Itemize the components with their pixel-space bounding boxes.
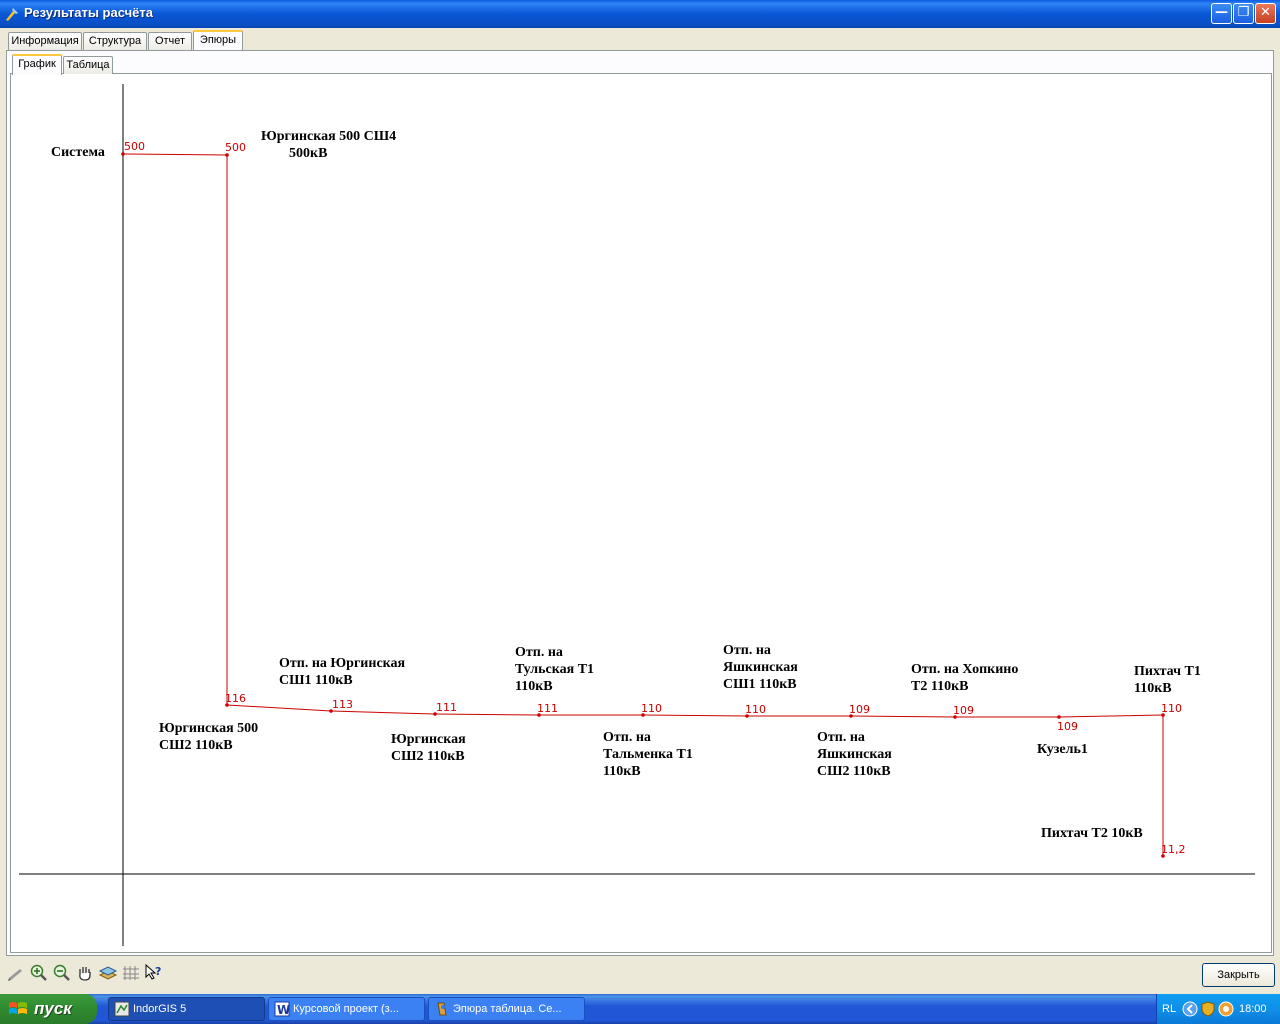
segment-3 <box>330 710 436 715</box>
node-value: 110 <box>1161 702 1182 715</box>
node-label: Отп. на Яшкинская СШ1 110кВ <box>723 643 798 692</box>
tab-structure[interactable]: Структура <box>83 32 147 50</box>
taskbar-item-indorgis[interactable]: IndorGIS 5 <box>108 997 265 1021</box>
node-value: 113 <box>332 698 353 711</box>
node-value: 109 <box>1057 720 1078 733</box>
pan-hand-icon[interactable] <box>75 963 95 983</box>
node-value: 109 <box>849 703 870 716</box>
zoom-out-icon[interactable] <box>52 963 72 983</box>
windows-logo-icon <box>9 1002 27 1014</box>
node-value: 500 <box>124 140 145 153</box>
system-tray: RL 18:00 <box>1156 994 1280 1024</box>
node-label: Юргинская 500 СШ4 500кВ <box>261 129 396 161</box>
close-icon: ✕ <box>1260 5 1271 20</box>
node-value: 116 <box>225 692 246 705</box>
node-value: 110 <box>641 702 662 715</box>
start-label: пуск <box>34 999 72 1018</box>
app-icon <box>6 8 18 21</box>
graph-panel: 500 Система 500 Юргинская 500 СШ4 500кВ 116 Юр… <box>10 73 1272 953</box>
taskbar-item-paint[interactable]: Эпюра таблица. Се... <box>428 997 585 1021</box>
layers-icon[interactable] <box>98 963 118 983</box>
node-label: Система <box>51 145 105 160</box>
help-pointer-icon[interactable]: ? <box>144 963 164 983</box>
node-label: Отп. на Тульская Т1 110кВ <box>515 645 594 694</box>
node-value: 109 <box>953 704 974 717</box>
restore-button[interactable]: ❐ <box>1233 3 1254 24</box>
node-label: Отп. на Хопкино Т2 110кВ <box>911 662 1018 694</box>
tab-graph[interactable]: График <box>12 54 62 75</box>
node-value: 111 <box>436 701 457 714</box>
node-label: Кузель1 <box>1037 742 1088 757</box>
start-button[interactable]: пуск <box>0 994 97 1024</box>
tab-table[interactable]: Таблица <box>63 56 113 74</box>
segment-10 <box>1058 714 1164 718</box>
paint-icon <box>437 1002 447 1016</box>
segment-6 <box>642 714 748 717</box>
segment-4 <box>434 713 540 716</box>
segment-0 <box>122 153 228 156</box>
indorgis-icon <box>114 1001 130 1017</box>
tab-info[interactable]: Информация <box>8 32 82 50</box>
zoom-in-icon[interactable] <box>29 963 49 983</box>
window-title: Результаты расчёта <box>24 5 153 20</box>
clock: 18:00 <box>1239 1003 1267 1015</box>
taskbar-item-word[interactable]: W Курсовой проект (з... <box>268 997 425 1021</box>
tray-arrow-icon[interactable] <box>1182 1001 1198 1017</box>
node-label: Юргинская СШ2 110кВ <box>391 732 466 764</box>
taskbar: пуск IndorGIS 5 W Курсовой проект (з... … <box>0 994 1280 1024</box>
tab-diagrams[interactable]: Эпюры <box>193 30 243 51</box>
node-label: Пихтач Т1 110кВ <box>1134 664 1201 696</box>
restore-icon: ❐ <box>1237 5 1250 20</box>
node-value: 11,2 <box>1161 843 1186 856</box>
word-icon: W <box>274 1001 290 1017</box>
node-label: Отп. на Юргинская СШ1 110кВ <box>279 656 406 688</box>
svg-text:?: ? <box>155 965 161 978</box>
tab-report[interactable]: Отчет <box>148 32 192 50</box>
node-point[interactable] <box>1057 715 1061 719</box>
minimize-button[interactable]: — <box>1211 3 1232 24</box>
grid-icon[interactable] <box>121 963 141 983</box>
node-label: Отп. на Тальменка Т1 110кВ <box>603 730 693 779</box>
node-value: 500 <box>225 141 246 154</box>
security-shield-icon[interactable] <box>1200 1001 1216 1017</box>
voltage-diagram[interactable]: 500 Система 500 Юргинская 500 СШ4 500кВ 116 Юр… <box>11 74 1271 952</box>
tray-app-icon[interactable] <box>1218 1001 1234 1017</box>
node-label: Отп. на Яшкинская СШ2 110кВ <box>817 730 892 779</box>
pen-icon[interactable] <box>6 963 26 983</box>
svg-text:W: W <box>277 1003 290 1017</box>
segment-8 <box>850 715 956 718</box>
title-bar[interactable]: Результаты расчёта — ❐ ✕ <box>0 0 1280 28</box>
language-indicator[interactable]: RL <box>1162 1003 1176 1015</box>
node-label: Пихтач Т2 10кВ <box>1041 826 1143 841</box>
node-label: Юргинская 500 СШ2 110кВ <box>159 721 258 753</box>
close-button[interactable]: Закрыть <box>1202 963 1275 987</box>
node-value: 110 <box>745 703 766 716</box>
segment-2 <box>226 704 332 712</box>
close-window-button[interactable]: ✕ <box>1255 3 1276 24</box>
node-value: 111 <box>537 702 558 715</box>
minimize-icon: — <box>1215 5 1228 20</box>
